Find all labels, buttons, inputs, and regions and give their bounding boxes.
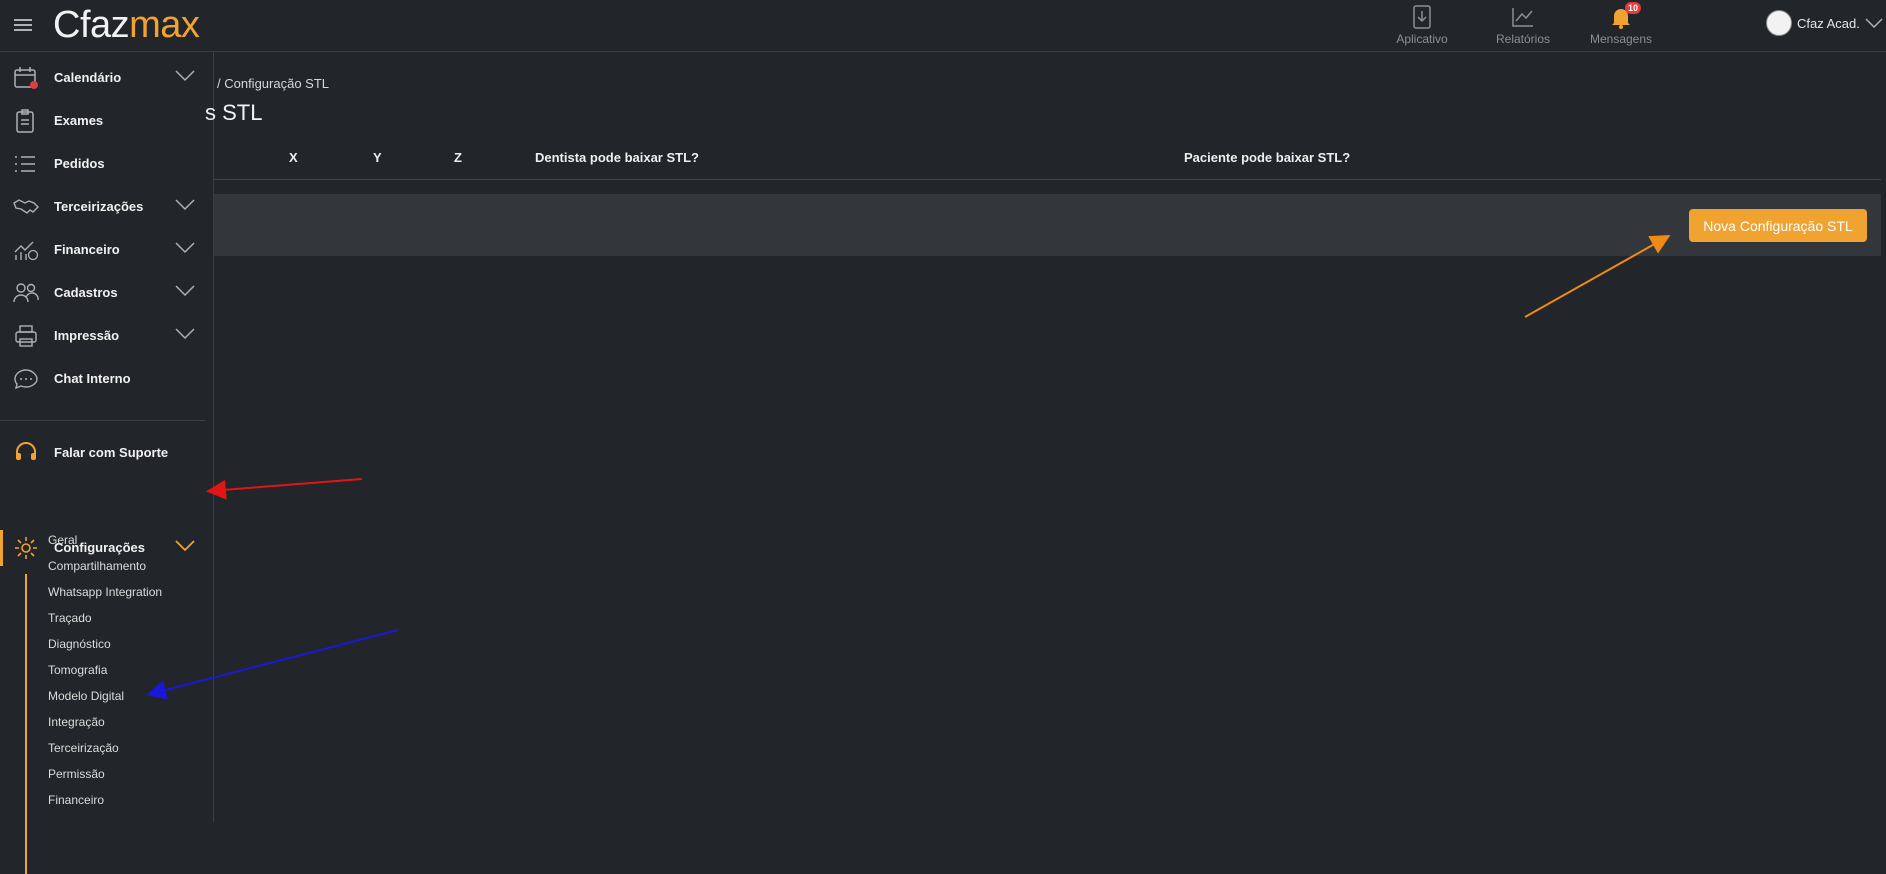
- annotation-arrows: [146, 235, 1671, 700]
- arrow-orange: [1524, 235, 1671, 318]
- arrow-red: [206, 478, 363, 500]
- arrow-blue: [146, 629, 399, 700]
